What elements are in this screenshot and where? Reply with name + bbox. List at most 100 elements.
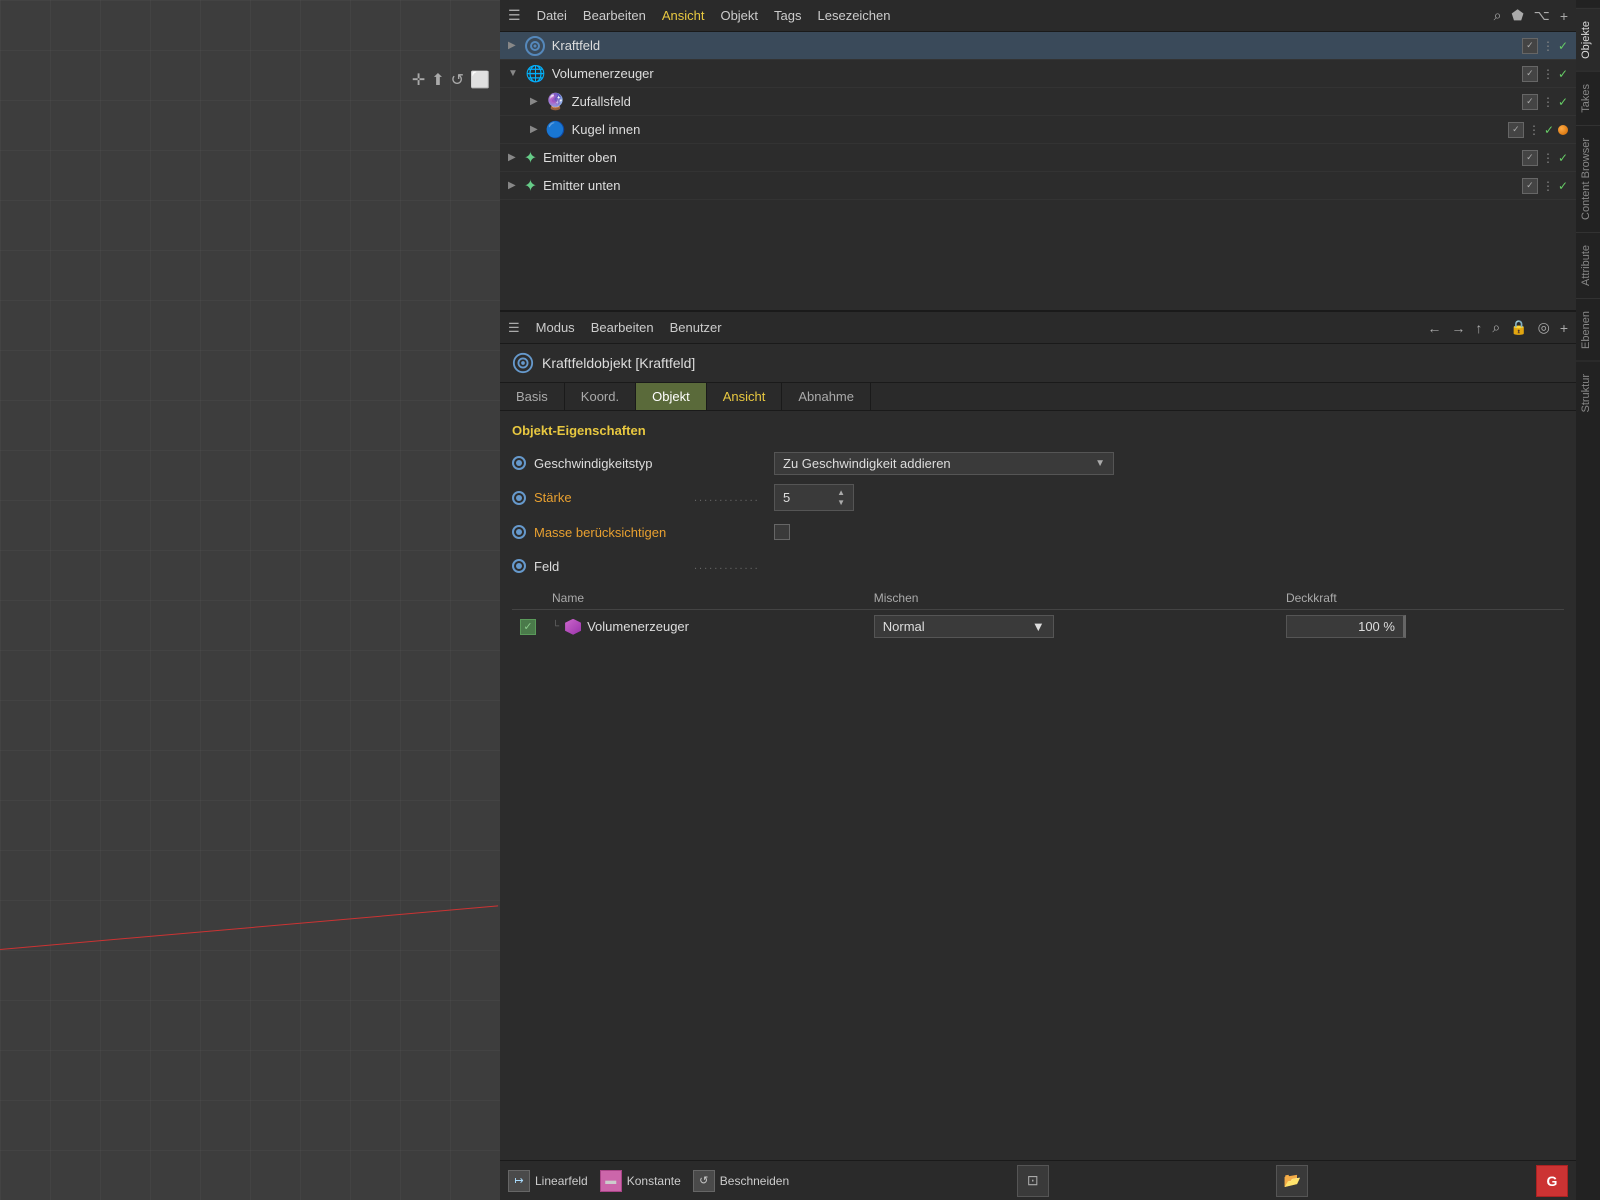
ctrl-box-1[interactable]: ✓ — [1522, 38, 1538, 54]
geschwindigkeit-label: Geschwindigkeitstyp — [534, 456, 694, 471]
ctrl-box-4[interactable]: ✓ — [1508, 122, 1524, 138]
object-type-icon — [512, 352, 534, 374]
forward-icon[interactable]: → — [1451, 320, 1465, 336]
ctrl-check-3[interactable]: ✓ — [1558, 95, 1568, 109]
sidebar-tab-ebenen[interactable]: Ebenen — [1576, 298, 1600, 361]
object-title-text: Kraftfeldobjekt [Kraftfeld] — [542, 355, 695, 371]
kraftfeld-label: Kraftfeld — [552, 38, 1516, 53]
radio-staerke[interactable] — [512, 491, 526, 505]
refresh-icon[interactable]: ↺ — [451, 70, 464, 90]
menu-tags[interactable]: Tags — [774, 8, 801, 23]
object-item-kugel[interactable]: ▶ 🔵 Kugel innen ✓ ⋮ ✓ — [500, 116, 1576, 144]
radio-geschwindigkeit[interactable] — [512, 456, 526, 470]
ctrl-box-3[interactable]: ✓ — [1522, 94, 1538, 110]
ctrl-box-6[interactable]: ✓ — [1522, 178, 1538, 194]
object-item-zufallsfeld[interactable]: ▶ 🔮 Zufallsfeld ✓ ⋮ ✓ — [500, 88, 1576, 116]
up-icon[interactable]: ⬆ — [431, 70, 444, 90]
add-icon[interactable]: + — [1560, 8, 1568, 24]
object-icon[interactable]: ⬟ — [1512, 7, 1524, 24]
mix-arrow: ▼ — [1032, 619, 1045, 634]
tab-objekt[interactable]: Objekt — [636, 383, 707, 410]
attr-benutzer[interactable]: Benutzer — [670, 320, 722, 335]
zufallsfeld-icon: 🔮 — [546, 92, 566, 112]
prop-staerke: Stärke ............. 5 ▲ ▼ — [512, 484, 1564, 511]
right-panels: ☰ Datei Bearbeiten Ansicht Objekt Tags L… — [500, 0, 1576, 1200]
kraftfeld-controls: ✓ ⋮ ✓ — [1522, 38, 1568, 54]
tab-koord[interactable]: Koord. — [565, 383, 636, 410]
menu-datei[interactable]: Datei — [537, 8, 567, 23]
staerke-dots: ............. — [694, 492, 774, 504]
ctrl-dots-5: ⋮ — [1542, 151, 1554, 165]
menu-objekt[interactable]: Objekt — [720, 8, 758, 23]
spinner-up[interactable]: ▲ — [837, 488, 845, 498]
g-button[interactable]: G — [1536, 1165, 1568, 1197]
move-icon[interactable]: ✛ — [412, 70, 425, 90]
object-item-volumenerzeuger[interactable]: ▼ 🌐 Volumenerzeuger ✓ ⋮ ✓ — [500, 60, 1576, 88]
menu-bearbeiten[interactable]: Bearbeiten — [583, 8, 646, 23]
sidebar-tab-takes[interactable]: Takes — [1576, 71, 1600, 125]
geschwindigkeit-dropdown[interactable]: Zu Geschwindigkeit addieren ▼ — [774, 452, 1114, 475]
opacity-field[interactable]: 100 % — [1286, 615, 1406, 638]
field-checkbox-cell: ✓ — [512, 610, 544, 644]
filter-icon[interactable]: ⌥ — [1534, 7, 1550, 24]
expand-arrow-emu: ▶ — [508, 180, 516, 191]
g-icon: G — [1547, 1173, 1558, 1189]
attr-modus[interactable]: Modus — [536, 320, 575, 335]
konstante-label: Konstante — [627, 1174, 681, 1188]
expand-arrow-vol: ▼ — [508, 68, 518, 79]
search-icon-attr[interactable]: ⌕ — [1492, 319, 1500, 336]
zufallsfeld-label: Zufallsfeld — [572, 94, 1516, 109]
field-name-cell-0: └ Volumenerzeuger — [544, 610, 866, 644]
viewport: ✛ ⬆ ↺ ⬜ — [0, 0, 500, 1200]
emitter-oben-icon: ✦ — [524, 148, 537, 168]
object-item-kraftfeld[interactable]: ▶ Kraftfeld ✓ ⋮ ✓ — [500, 32, 1576, 60]
ctrl-check-5[interactable]: ✓ — [1558, 151, 1568, 165]
expand-icon[interactable]: ⬜ — [470, 70, 490, 90]
section-title: Objekt-Eigenschaften — [512, 423, 1564, 438]
ctrl-check-6[interactable]: ✓ — [1558, 179, 1568, 193]
radio-inner-4 — [516, 563, 522, 569]
red-line — [0, 905, 498, 950]
ctrl-check-1[interactable]: ✓ — [1558, 39, 1568, 53]
staerke-input[interactable]: 5 ▲ ▼ — [774, 484, 854, 511]
tab-abnahme[interactable]: Abnahme — [782, 383, 871, 410]
sidebar-tab-content[interactable]: Content Browser — [1576, 125, 1600, 232]
object-item-emitter-unten[interactable]: ▶ ✦ Emitter unten ✓ ⋮ ✓ — [500, 172, 1576, 200]
sidebar-tab-struktur[interactable]: Struktur — [1576, 361, 1600, 425]
konstante-button[interactable]: ▬ Konstante — [600, 1170, 681, 1192]
attr-hamburger[interactable]: ☰ — [508, 320, 520, 336]
attr-bearbeiten[interactable]: Bearbeiten — [591, 320, 654, 335]
search-icon[interactable]: ⌕ — [1494, 7, 1502, 24]
lock-icon[interactable]: 🔒 — [1510, 319, 1527, 336]
opacity-value: 100 % — [1358, 619, 1395, 634]
linearfeld-button[interactable]: ↦ Linearfeld — [508, 1170, 588, 1192]
record-icon[interactable]: ◎ — [1538, 319, 1550, 336]
sidebar-tab-attribute[interactable]: Attribute — [1576, 232, 1600, 298]
hamburger-menu[interactable]: ☰ — [508, 7, 521, 24]
up-icon[interactable]: ↑ — [1475, 320, 1482, 336]
tab-ansicht[interactable]: Ansicht — [707, 383, 783, 410]
ctrl-check-2[interactable]: ✓ — [1558, 67, 1568, 81]
spinner-down[interactable]: ▼ — [837, 498, 845, 508]
back-icon[interactable]: ← — [1427, 320, 1441, 336]
masse-checkbox[interactable] — [774, 524, 790, 540]
beschneiden-label: Beschneiden — [720, 1174, 789, 1188]
sidebar-tab-objekte[interactable]: Objekte — [1576, 8, 1600, 71]
attr-right-icons: ← → ↑ ⌕ 🔒 ◎ + — [1427, 319, 1568, 336]
tab-basis[interactable]: Basis — [500, 383, 565, 410]
menu-lesezeichen[interactable]: Lesezeichen — [818, 8, 891, 23]
attr-menu-bar: ☰ Modus Bearbeiten Benutzer ← → ↑ ⌕ 🔒 ◎ … — [500, 312, 1576, 344]
menu-ansicht[interactable]: Ansicht — [662, 8, 705, 23]
radio-feld[interactable] — [512, 559, 526, 573]
object-item-emitter-oben[interactable]: ▶ ✦ Emitter oben ✓ ⋮ ✓ — [500, 144, 1576, 172]
mix-dropdown[interactable]: Normal ▼ — [874, 615, 1054, 638]
ctrl-box-5[interactable]: ✓ — [1522, 150, 1538, 166]
folder-button[interactable]: 📂 — [1276, 1165, 1308, 1197]
select-rect-button[interactable]: ⊡ — [1017, 1165, 1049, 1197]
radio-masse[interactable] — [512, 525, 526, 539]
ctrl-check-4[interactable]: ✓ — [1544, 123, 1554, 137]
field-checkbox[interactable]: ✓ — [520, 619, 536, 635]
beschneiden-button[interactable]: ↺ Beschneiden — [693, 1170, 789, 1192]
add-attr-icon[interactable]: + — [1560, 320, 1568, 336]
ctrl-box-2[interactable]: ✓ — [1522, 66, 1538, 82]
